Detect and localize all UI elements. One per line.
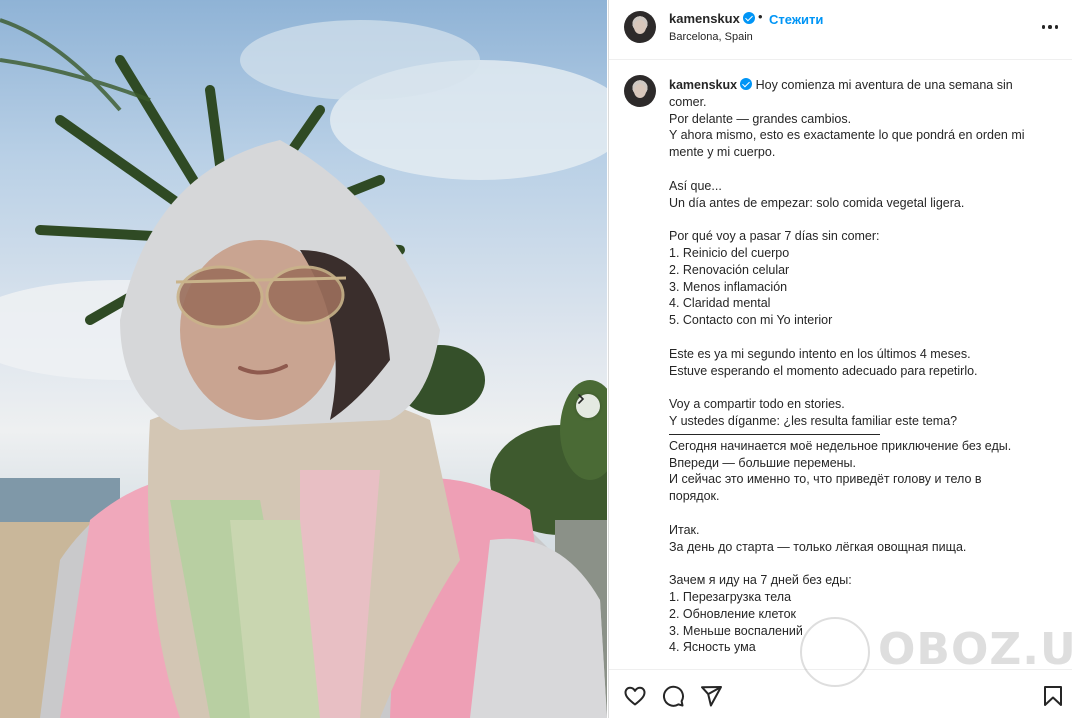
author-username[interactable]: kamenskux [669, 11, 755, 26]
post-header: kamenskux • Стежити Barcelona, Spain [609, 0, 1072, 60]
caption-line [669, 161, 1054, 178]
caption-line: порядок. [669, 489, 720, 504]
caption-line: Итак. [669, 522, 700, 537]
caption-line [669, 329, 1054, 346]
author-username-text[interactable]: kamenskux [669, 11, 740, 26]
caption-line: 4. Ясность ума [669, 640, 756, 655]
selfie-illustration [0, 18, 607, 718]
caption-line: Hoy comienza mi aventura de una semana s… [755, 78, 1013, 92]
caption-line: 2. Renovación celular [669, 262, 790, 277]
post-side-panel: kamenskux • Стежити Barcelona, Spain kam… [608, 0, 1072, 718]
caption-line: Estuve esperando el momento adecuado par… [669, 363, 978, 378]
next-photo-button[interactable] [576, 394, 600, 418]
action-bar [609, 669, 1072, 718]
caption-avatar[interactable] [624, 75, 656, 107]
caption-line: Por delante — grandes cambios. [669, 111, 852, 126]
caption-line [669, 211, 1054, 228]
caption-line [669, 555, 1054, 572]
caption-line: 1. Перезагрузка тела [669, 589, 792, 604]
caption-username[interactable]: kamenskux [669, 78, 737, 92]
more-options-icon[interactable] [1039, 18, 1061, 36]
caption-line: Voy a compartir todo en stories. [669, 397, 845, 412]
caption-line: 5. Contacto con mi Yo interior [669, 313, 833, 328]
send-icon[interactable] [699, 684, 723, 708]
caption-line: Un día antes de empezar: solo comida veg… [669, 195, 965, 210]
post-photo[interactable] [0, 0, 607, 718]
post-caption: kamenskux Hoy comienza mi aventura de un… [669, 77, 1054, 656]
avatar[interactable] [624, 11, 656, 43]
caption-line: И сейчас это именно то, что приведёт гол… [669, 472, 982, 487]
heart-icon[interactable] [623, 684, 647, 708]
caption-line: 2. Обновление клеток [669, 606, 796, 621]
separator-dot: • [758, 9, 763, 24]
caption-line: 3. Menos inflamación [669, 279, 788, 294]
caption-line: comer. [669, 94, 707, 109]
caption-line: Así que... [669, 178, 722, 193]
caption-line: Сегодня начинается моё недельное приключ… [669, 438, 1012, 453]
caption-line: Впереди — большие перемены. [669, 455, 857, 470]
caption-line: 4. Claridad mental [669, 296, 771, 311]
caption-separator [669, 433, 880, 435]
caption-line: 1. Reinicio del cuerpo [669, 245, 790, 260]
caption-line: Este es ya mi segundo intento en los últ… [669, 346, 971, 361]
caption-line: За день до старта — только лёгкая овощна… [669, 539, 967, 554]
caption-line: Y ustedes díganme: ¿les resulta familiar… [669, 413, 958, 428]
verified-badge-icon [740, 78, 753, 90]
caption-line: 3. Меньше воспалений [669, 623, 803, 638]
comment-icon[interactable] [661, 684, 685, 708]
caption-line [669, 505, 1054, 522]
caption-line: Por qué voy a pasar 7 días sin comer: [669, 229, 880, 244]
caption-line: Y ahora mismo, esto es exactamente lo qu… [669, 128, 1025, 143]
location-link[interactable]: Barcelona, Spain [669, 31, 753, 43]
caption-line [669, 379, 1054, 396]
bookmark-icon[interactable] [1041, 684, 1065, 708]
verified-badge-icon [742, 12, 755, 24]
comments-area[interactable]: kamenskux Hoy comienza mi aventura de un… [609, 61, 1072, 669]
caption-line: Зачем я иду на 7 дней без еды: [669, 573, 852, 588]
chevron-right-icon [578, 394, 585, 404]
follow-button[interactable]: Стежити [769, 12, 823, 27]
caption-line: mente y mi cuerpo. [669, 145, 776, 160]
